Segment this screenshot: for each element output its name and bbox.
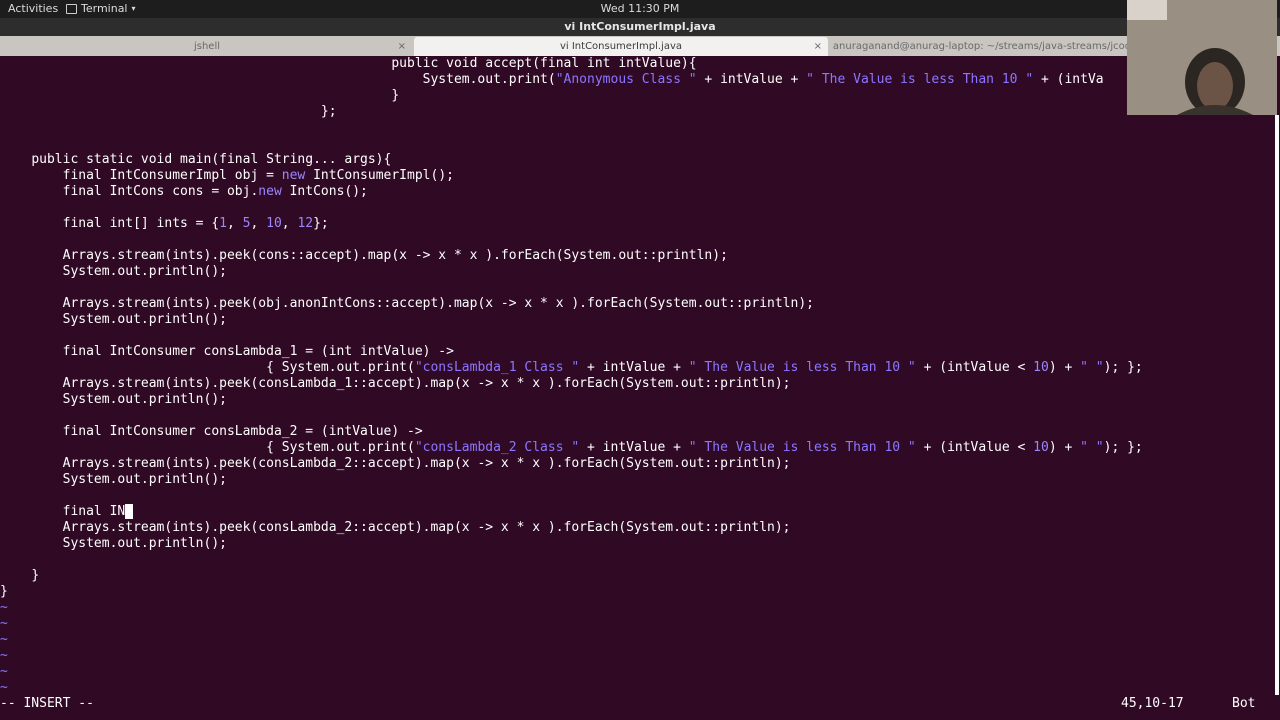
- window-title: vi IntConsumerImpl.java: [0, 18, 1280, 36]
- tilde-line: ~: [0, 664, 8, 679]
- tab-vi[interactable]: vi IntConsumerImpl.java ×: [414, 37, 828, 56]
- code-line-current: final IN: [0, 504, 134, 520]
- tilde-line: ~: [0, 680, 8, 695]
- text-cursor: [125, 504, 134, 519]
- mode-indicator: -- INSERT --: [0, 696, 94, 711]
- tab-shell[interactable]: anuraganand@anurag-laptop: ~/streams/jav…: [832, 37, 1132, 56]
- scroll-position: Bot: [1232, 696, 1256, 711]
- system-top-bar: Activities Terminal ▾ Wed 11:30 PM: [0, 0, 1280, 18]
- code-line: };: [320, 104, 337, 119]
- code-line: Arrays.stream(ints).peek(obj.anonIntCons…: [62, 296, 814, 311]
- terminal-editor[interactable]: public void accept(final int intValue){ …: [0, 56, 1280, 720]
- code-line: Arrays.stream(ints).peek(consLambda_2::a…: [62, 456, 791, 471]
- tab-jshell[interactable]: jshell ×: [2, 37, 412, 56]
- code-line: System.out.print("Anonymous Class " + in…: [422, 72, 1104, 87]
- code-line: { System.out.print("consLambda_1 Class "…: [266, 360, 1143, 375]
- code-line: System.out.println();: [62, 312, 227, 327]
- code-line: final IntConsumerImpl obj = new IntConsu…: [62, 168, 454, 183]
- code-line: { System.out.print("consLambda_2 Class "…: [266, 440, 1143, 455]
- code-line: final IntCons cons = obj.new IntCons();: [62, 184, 368, 199]
- tilde-line: ~: [0, 648, 8, 663]
- code-line: public static void main(final String... …: [31, 152, 392, 167]
- tilde-line: ~: [0, 600, 8, 615]
- tilde-line: ~: [0, 616, 8, 631]
- code-line: }: [391, 88, 400, 103]
- presenter-figure: [1127, 0, 1277, 115]
- code-line: System.out.println();: [62, 392, 227, 407]
- tab-label: anuraganand@anurag-laptop: ~/streams/jav…: [832, 41, 1132, 52]
- code-line: final int[] ints = {1, 5, 10, 12};: [62, 216, 329, 231]
- tab-label: jshell: [193, 41, 221, 52]
- tilde-line: ~: [0, 632, 8, 647]
- code-line: System.out.println();: [62, 472, 227, 487]
- webcam-overlay: [1127, 0, 1277, 115]
- code-line: Arrays.stream(ints).peek(consLambda_2::a…: [62, 520, 791, 535]
- code-line: Arrays.stream(ints).peek(cons::accept).m…: [62, 248, 728, 263]
- code-line: final IntConsumer consLambda_1 = (int in…: [62, 344, 454, 359]
- code-line: System.out.println();: [62, 536, 227, 551]
- code-line: final IntConsumer consLambda_2 = (intVal…: [62, 424, 423, 439]
- code-line: }: [0, 584, 8, 599]
- terminal-tabs: jshell × vi IntConsumerImpl.java × anura…: [0, 36, 1280, 56]
- vim-status-line: -- INSERT -- 45,10-17 Bot: [0, 696, 1280, 712]
- cursor-position: 45,10-17: [1121, 696, 1184, 711]
- code-line: }: [31, 568, 40, 583]
- close-icon[interactable]: ×: [398, 37, 406, 56]
- code-line: public void accept(final int intValue){: [391, 56, 697, 71]
- tab-label: vi IntConsumerImpl.java: [559, 41, 683, 52]
- code-line: System.out.println();: [62, 264, 227, 279]
- code-line: Arrays.stream(ints).peek(consLambda_1::a…: [62, 376, 791, 391]
- close-icon[interactable]: ×: [814, 37, 822, 56]
- scrollbar[interactable]: [1275, 115, 1279, 695]
- clock[interactable]: Wed 11:30 PM: [0, 2, 1280, 15]
